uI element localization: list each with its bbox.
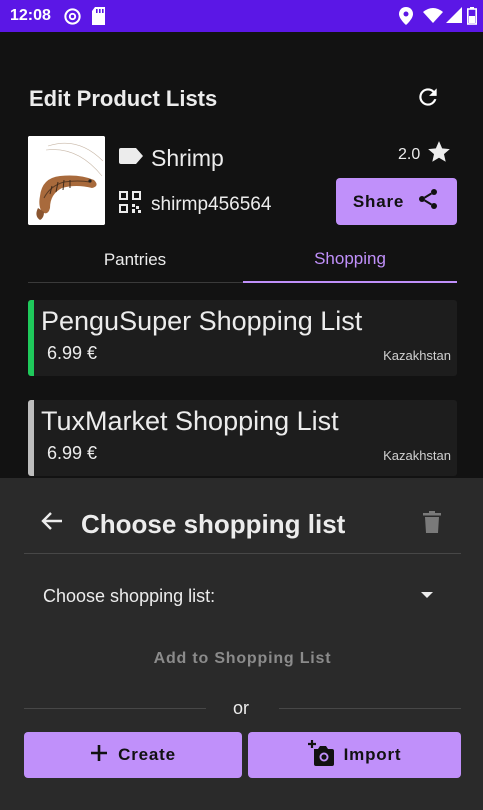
- label-icon: [119, 148, 143, 169]
- list-tabs: Pantries Shopping: [28, 236, 457, 283]
- qr-code-icon: [119, 191, 141, 218]
- at-sign-icon: [63, 7, 82, 31]
- battery-icon: [467, 7, 477, 30]
- product-code-row: shirmp456564: [119, 191, 271, 218]
- add-photo-icon: [307, 739, 344, 771]
- list-item-name: TuxMarket Shopping List: [41, 406, 339, 436]
- wifi-icon: [423, 7, 443, 28]
- share-icon: [404, 187, 440, 216]
- sheet-title: Choose shopping list: [81, 509, 346, 539]
- list-item[interactable]: TuxMarket Shopping List 6.99 € Kazakhsta…: [28, 400, 457, 476]
- product-image: [28, 136, 105, 225]
- tab-pantries[interactable]: Pantries: [28, 236, 242, 283]
- import-button[interactable]: Import: [248, 732, 461, 778]
- status-time: 12:08: [10, 7, 51, 24]
- list-item[interactable]: PenguSuper Shopping List 6.99 € Kazakhst…: [28, 300, 457, 376]
- rating-value: 2.0: [398, 145, 421, 163]
- create-button-label: Create: [118, 745, 176, 764]
- sd-card-icon: [91, 7, 106, 30]
- refresh-icon[interactable]: [415, 84, 441, 110]
- product-name: Shrimp: [151, 145, 224, 171]
- dropdown-arrow-icon[interactable]: [421, 592, 433, 598]
- product-name-row: Shrimp: [119, 145, 224, 172]
- list-item-price: 6.99 €: [47, 343, 98, 363]
- plus-icon: [90, 744, 118, 767]
- page-title: Edit Product Lists: [29, 86, 218, 111]
- import-button-label: Import: [343, 745, 402, 764]
- back-arrow-icon[interactable]: [41, 511, 63, 536]
- list-item-name: PenguSuper Shopping List: [41, 306, 363, 336]
- or-divider-left: [24, 708, 206, 709]
- list-accent-bar: [28, 300, 34, 376]
- or-label: or: [233, 698, 250, 718]
- status-bar: 12:08: [0, 0, 483, 32]
- list-item-price: 6.99 €: [47, 443, 98, 463]
- list-item-country: Kazakhstan: [383, 448, 451, 463]
- create-button[interactable]: Create: [24, 732, 242, 778]
- tab-shopping[interactable]: Shopping: [243, 236, 457, 283]
- shopping-list-dropdown-label[interactable]: Choose shopping list:: [43, 586, 215, 607]
- bottom-sheet: Choose shopping list Choose shopping lis…: [0, 478, 483, 810]
- list-accent-bar: [28, 400, 34, 476]
- delete-icon[interactable]: [423, 511, 441, 538]
- rating[interactable]: 2.0: [398, 139, 452, 170]
- star-icon: [426, 139, 452, 170]
- product-code: shirmp456564: [151, 193, 272, 215]
- or-divider-right: [279, 708, 461, 709]
- share-button[interactable]: Share: [336, 178, 457, 225]
- list-item-country: Kazakhstan: [383, 348, 451, 363]
- share-button-label: Share: [352, 191, 405, 211]
- add-to-shopping-list-button[interactable]: Add to Shopping List: [130, 650, 355, 674]
- sheet-divider: [24, 553, 461, 554]
- signal-icon: [446, 7, 462, 28]
- location-icon: [399, 7, 413, 30]
